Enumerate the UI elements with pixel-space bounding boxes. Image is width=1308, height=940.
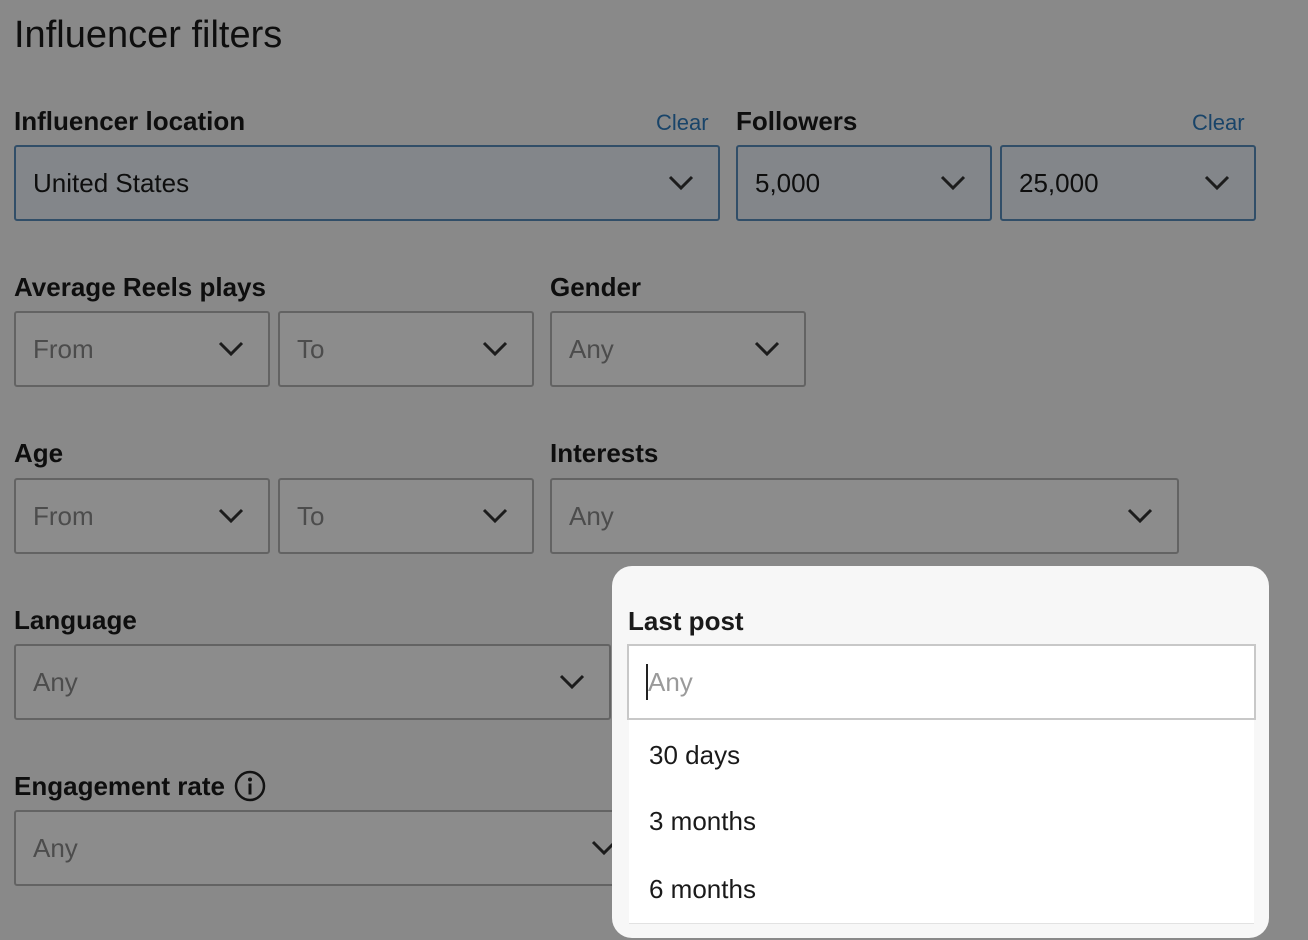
- option-6-months[interactable]: 6 months: [649, 874, 756, 905]
- last-post-popup: Last post Any 30 days 3 months 6 months: [612, 566, 1269, 938]
- last-post-options-list: 30 days 3 months 6 months: [629, 720, 1254, 924]
- last-post-placeholder: Any: [648, 666, 693, 697]
- option-3-months[interactable]: 3 months: [649, 806, 756, 837]
- last-post-search-input[interactable]: Any: [627, 644, 1256, 720]
- option-30-days[interactable]: 30 days: [649, 740, 740, 771]
- last-post-label: Last post: [628, 606, 744, 636]
